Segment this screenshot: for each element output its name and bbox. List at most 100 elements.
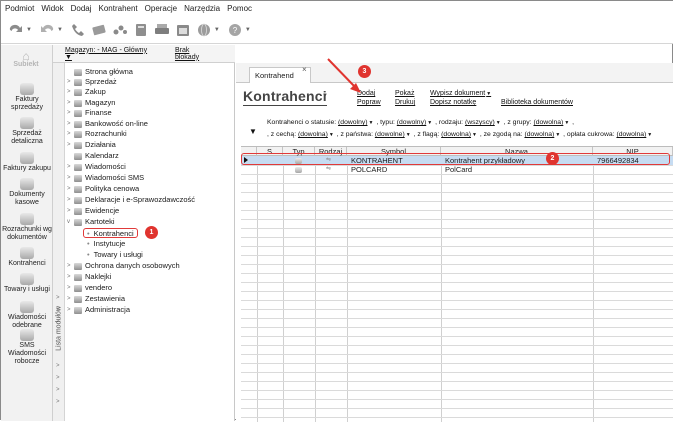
calendar-icon[interactable] [174, 22, 192, 38]
help-dropdown-icon[interactable]: ▼ [245, 27, 251, 33]
tree-expander[interactable]: > [67, 140, 73, 150]
iconbar-faktury-sprzedazy[interactable]: Faktury sprzedaży [1, 83, 53, 112]
filter-status-value[interactable]: (dowolny) [338, 119, 367, 126]
tree-expander[interactable]: > [67, 119, 73, 129]
tree-expander[interactable]: > [67, 184, 73, 194]
dodaj-button[interactable]: Dodaj [357, 90, 375, 97]
tree-item-vendero[interactable]: > vendero [67, 283, 112, 293]
tree-item-kartoteki[interactable]: v Kartoteki [67, 217, 115, 227]
tree-item-sprzedaz[interactable]: > Sprzedaż [67, 77, 117, 87]
tree-expander[interactable]: > [67, 206, 73, 216]
tree-expander[interactable]: > [67, 261, 73, 271]
menu-podmiot[interactable]: Podmiot [5, 4, 34, 13]
tree-expander[interactable]: > [67, 129, 73, 139]
chevron-down-icon[interactable]: ▼ [427, 120, 432, 126]
chevron-down-icon[interactable]: ▼ [329, 132, 334, 138]
back-dropdown-icon[interactable]: ▼ [26, 27, 32, 33]
tree-expander[interactable]: > [67, 195, 73, 205]
tree-item-ochrona-danych[interactable]: > Ochrona danych osobowych [67, 261, 180, 271]
filter-rodzaj-value[interactable]: (wszyscy) [465, 119, 495, 126]
tree-item-finanse[interactable]: > Finanse [67, 108, 112, 118]
print-icon[interactable] [153, 22, 171, 38]
menu-pomoc[interactable]: Pomoc [227, 4, 252, 13]
iconbar-faktury-zakupu[interactable]: Faktury zakupu [1, 152, 53, 173]
iconbar-towary-i-uslugi[interactable]: Towary i usługi [1, 273, 53, 294]
menu-kontrahent[interactable]: Kontrahent [99, 4, 138, 13]
tree-expander[interactable]: > [67, 98, 73, 108]
iconbar-sms-wiadomosci-robocze[interactable]: SMS Wiadomości robocze [1, 329, 53, 366]
tree-item-bankowosc[interactable]: > Bankowość on-line [67, 119, 148, 129]
filter-oplata-value[interactable]: (dowolna) [616, 131, 646, 138]
chevron-down-icon[interactable]: ▼ [322, 93, 328, 99]
biblioteka-dokumentow-button[interactable]: Biblioteka dokumentów [501, 99, 573, 106]
tree-expander[interactable]: > [67, 272, 73, 282]
back-icon[interactable] [7, 22, 25, 38]
magazyn-selector[interactable]: Magazyn: - MAG - Główny ▼ [65, 47, 155, 61]
chevron-down-icon[interactable]: ▼ [472, 132, 477, 138]
tree-expander[interactable]: > [67, 283, 73, 293]
wypisz-dokument-button[interactable]: Wypisz dokument▼ [430, 90, 491, 97]
tree-sub-instytucje[interactable]: • Instytucje [87, 239, 125, 249]
globe-icon[interactable] [195, 22, 213, 38]
filter-flaga-value[interactable]: (dowolna) [441, 131, 471, 138]
drukuj-button[interactable]: Drukuj [395, 99, 415, 106]
forward-icon[interactable] [38, 22, 56, 38]
tree-item-zestawienia[interactable]: > Zestawienia [67, 294, 125, 304]
chevron-down-icon[interactable]: ▼ [496, 120, 501, 126]
iconbar-sprzedaz-detaliczna[interactable]: Sprzedaż detaliczna [1, 117, 53, 146]
tree-item-kalendarz[interactable]: Kalendarz [67, 151, 119, 161]
menu-operacje[interactable]: Operacje [145, 4, 177, 13]
globe-dropdown-icon[interactable]: ▼ [214, 27, 220, 33]
chevron-right-icon[interactable]: > [56, 363, 60, 369]
filter-grupa-value[interactable]: (dowolna) [533, 119, 563, 126]
pokaz-button[interactable]: Pokaż [395, 90, 414, 97]
tree-expander[interactable]: > [67, 77, 73, 87]
tree-expander[interactable]: > [67, 108, 73, 118]
filter-collapse-icon[interactable]: ▼ [249, 127, 257, 136]
filter-cecha-value[interactable]: (dowolna) [298, 131, 328, 138]
tree-expander[interactable]: > [67, 87, 73, 97]
chevron-right-icon[interactable]: > [56, 375, 60, 381]
tree-expander[interactable]: > [67, 294, 73, 304]
calculator-icon[interactable] [132, 22, 150, 38]
chevron-right-icon[interactable]: > [56, 399, 60, 405]
tree-expander[interactable]: > [67, 173, 73, 183]
help-icon[interactable]: ? [226, 22, 244, 38]
tree-item-wiadomosci-sms[interactable]: > Wiadomości SMS [67, 173, 144, 183]
forward-dropdown-icon[interactable]: ▼ [57, 27, 63, 33]
tree-item-deklaracje[interactable]: > Deklaracje i e-Sprawozdawczość [67, 195, 195, 205]
tree-item-naklejki[interactable]: > Naklejki [67, 272, 111, 282]
dots-icon[interactable] [111, 22, 129, 38]
tree-expander[interactable]: > [67, 162, 73, 172]
phone-icon[interactable] [69, 22, 87, 38]
page-title[interactable]: Kontrahenci [243, 88, 327, 106]
module-list-side-tab[interactable]: > > > > > > > Lista modułów [53, 63, 65, 421]
chevron-down-icon[interactable]: ▼ [369, 120, 374, 126]
chevron-down-icon[interactable]: ▼ [406, 132, 411, 138]
chevron-right-icon[interactable]: > [56, 387, 60, 393]
tree-item-administracja[interactable]: > Administracja [67, 305, 130, 315]
iconbar-kontrahenci[interactable]: Kontrahenci [1, 247, 53, 268]
tree-item-magazyn[interactable]: > Magazyn [67, 98, 115, 108]
tree-expander[interactable]: v [67, 217, 73, 227]
iconbar-rozrachunki[interactable]: Rozrachunki wg dokumentów [1, 213, 53, 242]
menu-dodaj[interactable]: Dodaj [71, 4, 92, 13]
table-row[interactable]: ⇋ POLCARD PolCard [241, 165, 673, 174]
document-icon[interactable] [90, 22, 108, 38]
chevron-down-icon[interactable]: ▼ [647, 132, 652, 138]
menu-narzedzia[interactable]: Narzędzia [184, 4, 220, 13]
tree-item-wiadomosci[interactable]: > Wiadomości [67, 162, 126, 172]
filter-typ-value[interactable]: (dowolny) [397, 119, 426, 126]
iconbar-dokumenty-kasowe[interactable]: Dokumenty kasowe [1, 178, 53, 207]
chevron-down-icon[interactable]: ▼ [564, 120, 569, 126]
blokady-link[interactable]: Brak blokady [175, 47, 215, 61]
popraw-button[interactable]: Popraw [357, 99, 381, 106]
tree-item-zakup[interactable]: > Zakup [67, 87, 106, 97]
filter-zgoda-value[interactable]: (dowolna) [524, 131, 554, 138]
tree-item-rozrachunki[interactable]: > Rozrachunki [67, 129, 127, 139]
close-icon[interactable]: × [302, 65, 307, 74]
menu-widok[interactable]: Widok [41, 4, 63, 13]
dopisz-notatke-button[interactable]: Dopisz notatkę [430, 99, 476, 106]
tree-sub-towary[interactable]: • Towary i usługi [87, 250, 143, 260]
tree-sub-kontrahenci[interactable]: • Kontrahenci [83, 228, 138, 238]
